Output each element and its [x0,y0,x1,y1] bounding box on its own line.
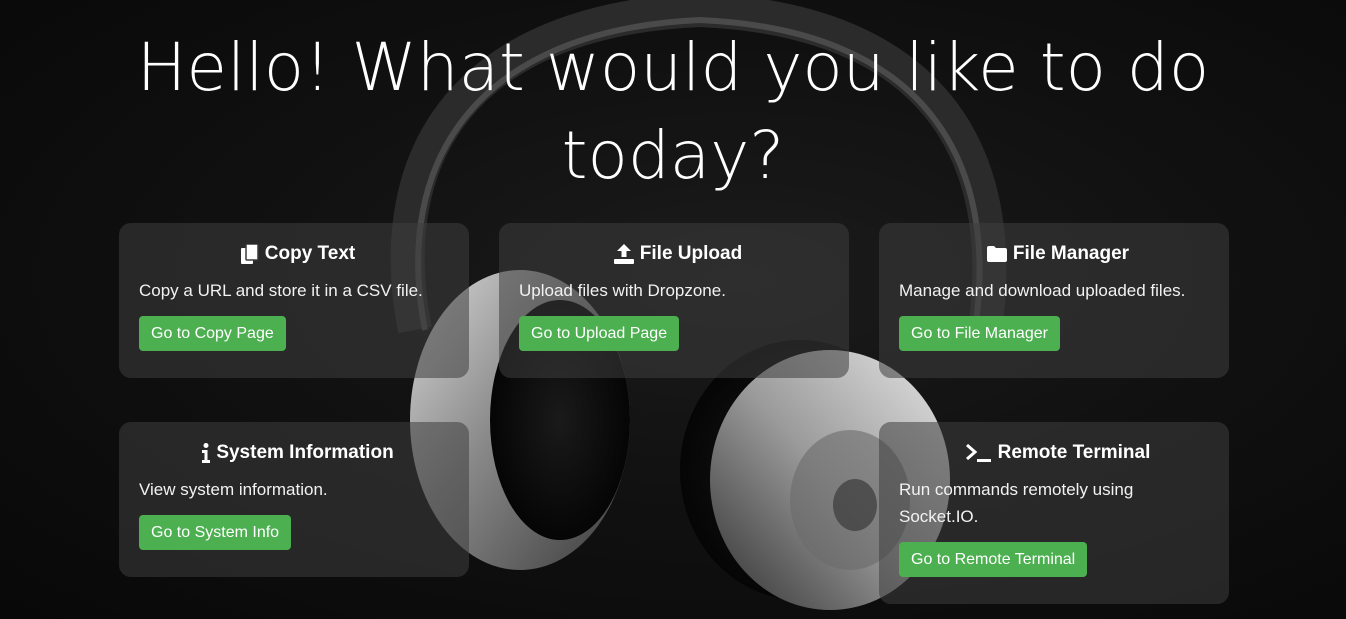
card-header: File Manager [907,241,1209,267]
card-header: File Upload [527,241,829,267]
info-icon [202,443,211,463]
card-description: Upload files with Dropzone. [519,281,726,300]
card-description: View system information. [139,480,328,499]
go-to-system-info-button[interactable]: Go to System Info [139,515,292,550]
upload-icon [613,244,634,264]
folder-icon [986,246,1007,262]
card-title: File Manager [1012,243,1130,264]
card-title: File Upload [639,243,743,264]
file-manager-card: File Manager Manage and download uploade… [879,223,1229,378]
page-title: Hello! What would you like to do today? [0,24,1346,200]
remote-terminal-card: Remote Terminal Run commands remotely us… [879,422,1229,604]
copy-icon [240,244,259,264]
card-header: Copy Text [147,241,449,267]
page: Hello! What would you like to do today? … [0,0,1346,619]
card-header: System Information [147,440,449,466]
card-description: Manage and download uploaded files. [899,281,1186,300]
copy-text-card: Copy Text Copy a URL and store it in a C… [119,223,469,378]
card-description: Copy a URL and store it in a CSV file. [139,281,423,300]
card-header: Remote Terminal [907,440,1209,466]
page-title-line-2: today? [561,117,785,194]
go-to-copy-page-button[interactable]: Go to Copy Page [139,316,286,351]
card-title: System Information [216,442,394,463]
page-title-line-1: Hello! What would you like to do [136,29,1210,106]
card-title: Copy Text [264,243,356,264]
go-to-remote-terminal-button[interactable]: Go to Remote Terminal [899,542,1088,577]
terminal-icon [965,444,992,462]
card-title: Remote Terminal [997,442,1151,463]
file-upload-card: File Upload Upload files with Dropzone. … [499,223,849,378]
go-to-upload-page-button[interactable]: Go to Upload Page [519,316,680,351]
card-description: Run commands remotely using Socket.IO. [899,480,1134,526]
go-to-file-manager-button[interactable]: Go to File Manager [899,316,1060,351]
system-information-card: System Information View system informati… [119,422,469,577]
